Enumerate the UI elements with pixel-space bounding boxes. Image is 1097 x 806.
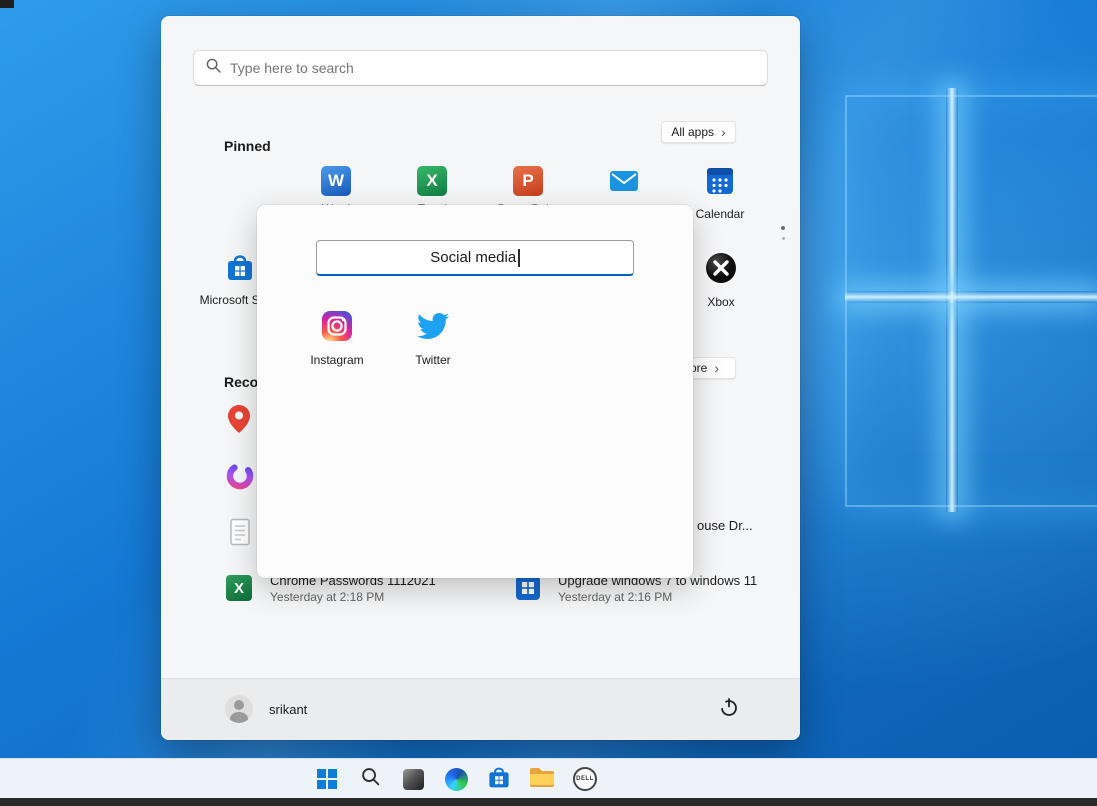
start-search-bar[interactable] [193, 50, 768, 86]
taskbar-search-button[interactable] [358, 767, 382, 791]
user-name[interactable]: srikant [269, 702, 307, 717]
page-dot-active[interactable] [781, 226, 785, 230]
folder-app-twitter[interactable]: Twitter [388, 310, 478, 367]
app-label: Xbox [707, 295, 734, 309]
file-explorer-icon [529, 766, 555, 793]
app-label: Twitter [415, 353, 450, 367]
twitter-icon [417, 310, 449, 347]
text-caret [518, 249, 520, 267]
app-label: Calendar [696, 207, 745, 221]
pinned-page-indicator[interactable] [781, 226, 785, 240]
document-icon[interactable] [228, 518, 252, 551]
folder-name-input[interactable]: Social media [316, 240, 634, 276]
mail-icon [609, 166, 639, 201]
clipchamp-icon[interactable] [225, 461, 255, 496]
start-menu-panel: Pinned All apps Word Excel PowerPoint [161, 16, 800, 740]
word-icon [321, 166, 351, 196]
start-button[interactable] [315, 767, 339, 791]
power-button[interactable] [711, 691, 747, 727]
store-icon [487, 765, 511, 794]
instagram-icon [321, 310, 353, 347]
recommended-item-subtitle: Yesterday at 2:16 PM [558, 589, 757, 605]
powerpoint-icon [513, 166, 543, 196]
taskbar [0, 758, 1097, 798]
start-menu-footer: srikant [161, 678, 800, 740]
edge-icon [445, 768, 468, 791]
excel-file-icon [226, 575, 252, 601]
folder-name-value: Social media [430, 249, 516, 266]
windows-upgrade-icon [515, 575, 541, 606]
xbox-icon [705, 252, 737, 289]
taskbar-icons [315, 767, 597, 791]
edge-button[interactable] [444, 767, 468, 791]
folder-popup: Social media Instagram Twitter [257, 205, 693, 578]
excel-icon [417, 166, 447, 196]
chevron-right-icon [721, 125, 726, 139]
power-icon [719, 697, 739, 722]
file-explorer-button[interactable] [530, 767, 554, 791]
recommended-item-fragment[interactable]: ouse Dr... [697, 518, 753, 533]
search-icon [361, 767, 380, 791]
app-label: Instagram [310, 353, 363, 367]
screen-corner-notch [0, 0, 14, 8]
pinned-section-title: Pinned [224, 138, 271, 154]
wallpaper-window-horizontal-beam [845, 291, 1097, 303]
dell-icon [573, 767, 597, 791]
screen: Pinned All apps Word Excel PowerPoint [0, 0, 1097, 806]
chevron-right-icon [714, 361, 719, 375]
dell-app-button[interactable] [573, 767, 597, 791]
store-button[interactable] [487, 767, 511, 791]
calendar-icon [705, 166, 735, 201]
map-pin-icon[interactable] [227, 404, 251, 439]
recommended-item-subtitle: Yesterday at 2:18 PM [270, 589, 436, 605]
task-view-icon [403, 769, 424, 790]
folder-app-instagram[interactable]: Instagram [292, 310, 382, 367]
screen-bottom-strip [0, 798, 1097, 806]
task-view-button[interactable] [401, 767, 425, 791]
page-dot[interactable] [782, 237, 785, 240]
all-apps-button[interactable]: All apps [661, 121, 736, 143]
search-input[interactable] [230, 60, 755, 76]
microsoft-store-icon [225, 252, 255, 287]
user-avatar[interactable] [225, 695, 253, 723]
folder-popup-apps: Instagram Twitter [292, 310, 478, 367]
windows-logo-icon [317, 769, 337, 789]
all-apps-label: All apps [671, 125, 714, 139]
search-icon [206, 58, 221, 78]
